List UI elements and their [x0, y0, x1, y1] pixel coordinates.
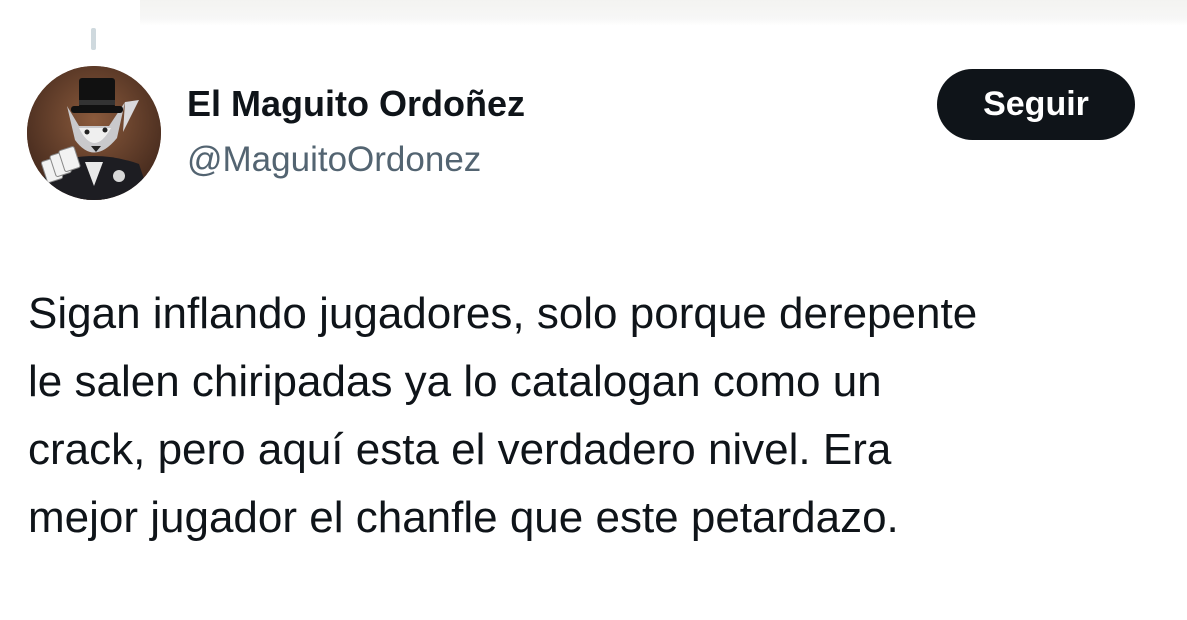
- tweet-body: Sigan inflando jugadores, solo porque de…: [28, 280, 1168, 552]
- tweet-text-line: le salen chiripadas ya lo catalogan como…: [28, 357, 882, 406]
- author-display-name[interactable]: El Maguito Ordoñez: [187, 82, 525, 126]
- previous-tweet-edge: [140, 0, 1187, 26]
- author-handle[interactable]: @MaguitoOrdonez: [187, 138, 481, 182]
- thread-connector-line: [91, 28, 96, 50]
- follow-button[interactable]: Seguir: [937, 69, 1135, 140]
- tweet-text-line: Sigan inflando jugadores, solo porque de…: [28, 289, 978, 338]
- tweet-text-line: crack, pero aquí esta el verdadero nivel…: [28, 425, 892, 474]
- avatar[interactable]: [27, 66, 161, 200]
- fox-in-top-hat-avatar-icon: [27, 66, 161, 200]
- tweet-card: El Maguito Ordoñez @MaguitoOrdonez Segui…: [0, 0, 1187, 620]
- tweet-text-line: mejor jugador el chanfle que este petard…: [28, 493, 899, 542]
